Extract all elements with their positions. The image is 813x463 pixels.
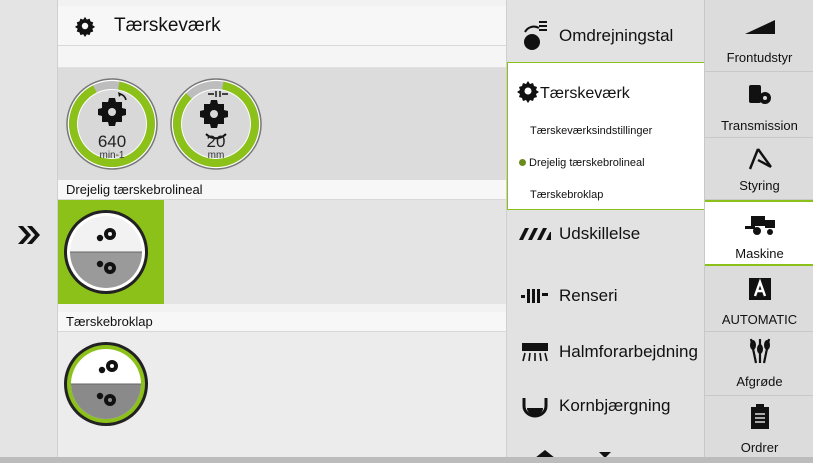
- clipboard-icon: [705, 404, 813, 430]
- collapse-panel-button[interactable]: [14, 220, 44, 250]
- submenu-rotating-filler[interactable]: Drejelig tærskebrolineal: [519, 157, 645, 169]
- header-wedge-icon: [705, 14, 813, 40]
- cleaning-icon: [515, 280, 555, 312]
- nav-item-crop[interactable]: Afgrøde: [705, 332, 813, 396]
- nav-label-machine: Maskine: [735, 246, 784, 261]
- nav-label-automatic: AUTOMATIC: [721, 312, 798, 327]
- selected-dot-icon: [519, 159, 526, 166]
- left-strip: [0, 0, 58, 463]
- steering-icon: [705, 146, 813, 172]
- main-panel: Tærskeværk 640 min-1 20 mm Drejelig tærs…: [58, 0, 506, 463]
- crop-icon: [705, 338, 813, 364]
- menu-item-cleaning[interactable]: Renseri: [507, 274, 705, 318]
- gear-icon: [516, 79, 540, 108]
- drum-speed-unit: min-1: [99, 150, 125, 161]
- menu-item-grain[interactable]: Kornbjærgning: [507, 384, 705, 428]
- nav-label-front-equipment: Frontudstyr: [726, 50, 793, 65]
- nav-item-orders[interactable]: Ordrer: [705, 396, 813, 457]
- concave-flap-switch-icon: [64, 342, 148, 426]
- menu-item-threshing-expanded[interactable]: Tærskeværk Tærskeværksindstillinger Drej…: [507, 62, 705, 210]
- bottom-bar: [0, 457, 813, 463]
- concave-gap-unit: mm: [207, 150, 225, 161]
- double-chevron-right-icon: [18, 226, 40, 244]
- straw-chopper-icon: [515, 336, 555, 368]
- grain-tank-icon: [515, 390, 555, 422]
- nav-label-orders: Ordrer: [740, 440, 779, 455]
- concave-gap-value: 20: [206, 132, 226, 151]
- combine-icon: [705, 212, 813, 238]
- transmission-icon: [705, 82, 813, 108]
- submenu-threshing-settings[interactable]: Tærskeværksindstillinger: [530, 125, 652, 137]
- nav-label-crop: Afgrøde: [736, 374, 783, 389]
- main-nav: Frontudstyr Transmission Styring Maskine…: [704, 0, 813, 463]
- drum-speed-value: 640: [97, 132, 127, 151]
- nav-label-transmission: Transmission: [721, 118, 798, 133]
- nav-item-machine[interactable]: Maskine: [705, 200, 813, 266]
- rotating-filler-switch-icon: [64, 210, 148, 294]
- menu-item-straw[interactable]: Halmforarbejdning: [507, 330, 705, 374]
- nav-item-steering[interactable]: Styring: [705, 138, 813, 200]
- drum-speed-gauge[interactable]: 640 min-1: [64, 76, 160, 172]
- section-label-rotating-filler: Drejelig tærskebrolineal: [58, 180, 506, 200]
- menu-item-rpm[interactable]: Omdrejningstal: [507, 14, 705, 58]
- function-menu: Omdrejningstal Tærskeværk Tærskeværksind…: [506, 0, 705, 463]
- panel-header: Tærskeværk: [58, 6, 506, 46]
- rotating-filler-toggle[interactable]: [58, 200, 164, 304]
- nav-label-steering: Styring: [739, 178, 780, 193]
- nav-item-transmission[interactable]: Transmission: [705, 72, 813, 138]
- header-spacer: [58, 46, 506, 68]
- section-body-rotating-filler: [58, 200, 506, 304]
- page-title: Tærskeværk: [114, 14, 221, 36]
- concave-gap-gauge[interactable]: 20 mm: [168, 76, 264, 172]
- separation-icon: [515, 218, 555, 250]
- gauge-row: 640 min-1 20 mm: [58, 68, 506, 180]
- gear-icon: [74, 16, 96, 37]
- automatic-a-icon: [705, 276, 813, 302]
- menu-item-separation-label: Udskillelse: [559, 224, 641, 243]
- menu-item-grain-label: Kornbjærgning: [559, 396, 671, 415]
- section-label-concave-flap: Tærskebroklap: [58, 312, 506, 332]
- menu-item-separation[interactable]: Udskillelse: [507, 212, 705, 256]
- menu-item-threshing-label: Tærskeværk: [540, 84, 630, 102]
- nav-item-front-equipment[interactable]: Frontudstyr: [705, 0, 813, 72]
- menu-item-rpm-label: Omdrejningstal: [559, 26, 674, 45]
- menu-item-cleaning-label: Renseri: [559, 286, 618, 305]
- menu-item-straw-label: Halmforarbejdning: [559, 342, 698, 361]
- section-body-concave-flap: [58, 332, 506, 457]
- submenu-concave-flap[interactable]: Tærskebroklap: [530, 189, 603, 201]
- concave-flap-toggle[interactable]: [58, 332, 164, 436]
- rpm-list-icon: [515, 20, 555, 52]
- nav-item-automatic[interactable]: AUTOMATIC: [705, 266, 813, 332]
